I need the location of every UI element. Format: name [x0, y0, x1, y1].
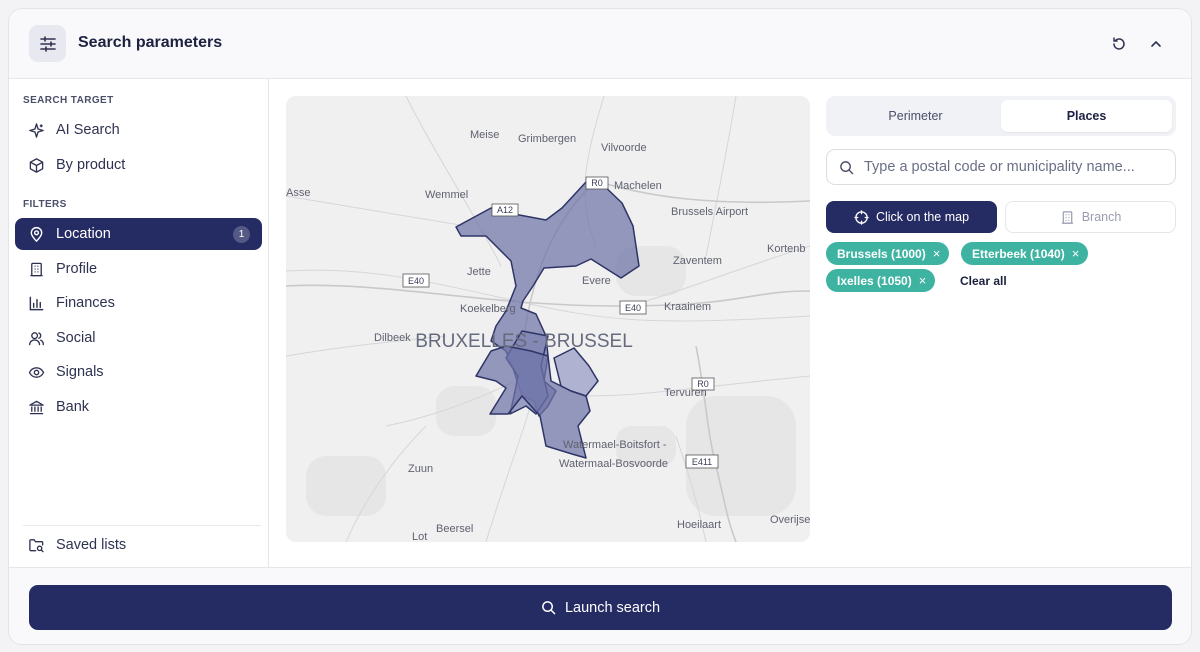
chip-label: Etterbeek (1040) [972, 246, 1065, 261]
close-icon[interactable]: × [933, 246, 941, 261]
sidebar-item-profile[interactable]: Profile [15, 253, 262, 285]
map-label-tervuren: Tervuren [664, 387, 707, 399]
sliders-icon [29, 25, 66, 62]
sidebar-item-label: Profile [56, 261, 98, 277]
map-label-beersel: Beersel [436, 523, 473, 535]
map-label-lot: Lot [412, 531, 427, 542]
box-icon [27, 156, 45, 174]
sidebar-item-by-product[interactable]: By product [15, 149, 262, 181]
building-icon [27, 260, 45, 278]
map-label-asse: Asse [286, 187, 310, 199]
map-label-zuun: Zuun [408, 463, 433, 475]
sidebar-item-bank[interactable]: Bank [15, 391, 262, 423]
chip-label: Brussels (1000) [837, 246, 926, 261]
map-label-evere: Evere [582, 275, 611, 287]
place-search-input[interactable] [864, 159, 1164, 175]
map-view[interactable]: A12 R0 E40 E40 R0 E411 Meise Grimbergen … [286, 96, 810, 542]
sidebar-item-label: Location [56, 226, 111, 242]
map-label-watermael-2: Watermaal-Bosvoorde [559, 458, 668, 470]
search-icon [541, 600, 556, 615]
map-label-kortenberg: Kortenb [767, 243, 806, 255]
section-label-search-target: Search target [23, 95, 114, 106]
map-label-hoeilaart: Hoeilaart [677, 519, 721, 531]
click-on-map-label: Click on the map [875, 210, 970, 224]
place-search-box [826, 149, 1176, 185]
place-chip-ixelles: Ixelles (1050) × [826, 269, 936, 292]
map-label-machelen: Machelen [614, 180, 662, 192]
map-label-grimbergen: Grimbergen [518, 133, 576, 145]
saved-lists-label: Saved lists [56, 537, 127, 553]
bank-icon [27, 398, 45, 416]
panel-footer: Launch search [9, 567, 1191, 644]
search-parameters-panel: Search parameters Search target AI Searc… [8, 8, 1192, 645]
sidebar-item-label: AI Search [56, 122, 120, 138]
sidebar-item-label: By product [56, 157, 126, 173]
tab-perimeter[interactable]: Perimeter [830, 100, 1001, 132]
divider [23, 525, 261, 526]
folder-search-icon [27, 536, 45, 554]
map-label-wemmel: Wemmel [425, 189, 468, 201]
branch-button[interactable]: Branch [1005, 201, 1176, 233]
map-label-watermael-1: Watermael-Boitsfort - [563, 439, 667, 451]
close-icon[interactable]: × [919, 273, 927, 288]
sparkle-icon [27, 121, 45, 139]
reset-button[interactable] [1109, 34, 1129, 54]
map-label-vilvoorde: Vilvoorde [601, 142, 647, 154]
sidebar-item-signals[interactable]: Signals [15, 356, 262, 388]
clear-all-link[interactable]: Clear all [960, 274, 1007, 288]
road-badge-e40-left: E40 [408, 276, 424, 286]
map-pin-icon [27, 225, 45, 243]
section-label-filters: Filters [23, 199, 67, 210]
sidebar: Search target AI Search By product Filte… [9, 79, 269, 567]
building-icon [1060, 210, 1075, 225]
sidebar-item-social[interactable]: Social [15, 322, 262, 354]
launch-search-label: Launch search [564, 599, 661, 616]
sidebar-item-label: Social [56, 330, 96, 346]
saved-lists-link[interactable]: Saved lists [15, 529, 262, 561]
place-chip-etterbeek: Etterbeek (1040) × [961, 242, 1089, 265]
collapse-button[interactable] [1146, 34, 1166, 54]
sidebar-item-ai-search[interactable]: AI Search [15, 114, 262, 146]
refresh-icon [1113, 37, 1125, 50]
bar-chart-icon [27, 294, 45, 312]
tab-places[interactable]: Places [1001, 100, 1172, 132]
count-badge: 1 [233, 226, 250, 243]
road-badge-r0-top: R0 [591, 178, 603, 188]
sidebar-item-label: Bank [56, 399, 90, 415]
search-icon [839, 160, 854, 175]
road-badge-a12: A12 [497, 205, 513, 215]
sidebar-item-finances[interactable]: Finances [15, 287, 262, 319]
users-icon [27, 329, 45, 347]
click-on-map-button[interactable]: Click on the map [826, 201, 997, 233]
chevron-up-icon [1151, 40, 1161, 47]
eye-icon [27, 363, 45, 381]
branch-label: Branch [1081, 210, 1122, 224]
map-label-city: BRUXELLES - BRUSSEL [415, 331, 633, 352]
mode-tabs: Perimeter Places [826, 96, 1176, 136]
page-title: Search parameters [78, 34, 223, 51]
map-label-dilbeek: Dilbeek [374, 332, 411, 344]
map-label-overijse: Overijse [770, 514, 810, 526]
map-label-kraainem: Kraainem [664, 301, 711, 313]
launch-search-button[interactable]: Launch search [29, 585, 1172, 630]
road-badge-e411: E411 [692, 457, 712, 467]
chip-label: Ixelles (1050) [837, 273, 912, 288]
road-badge-e40-right: E40 [625, 303, 641, 313]
panel-header: Search parameters [9, 9, 1191, 79]
map-label-jette: Jette [467, 266, 491, 278]
close-icon[interactable]: × [1072, 246, 1080, 261]
map-label-meise: Meise [470, 129, 499, 141]
place-chip-brussels: Brussels (1000) × [826, 242, 950, 265]
crosshair-icon [854, 209, 869, 225]
map-label-zaventem: Zaventem [673, 255, 722, 267]
map-label-brussels-airport: Brussels Airport [671, 206, 748, 218]
map-label-koekelberg: Koekelberg [460, 303, 516, 315]
sidebar-item-label: Signals [56, 364, 104, 380]
sidebar-item-location[interactable]: Location 1 [15, 218, 262, 250]
sidebar-item-label: Finances [56, 295, 115, 311]
